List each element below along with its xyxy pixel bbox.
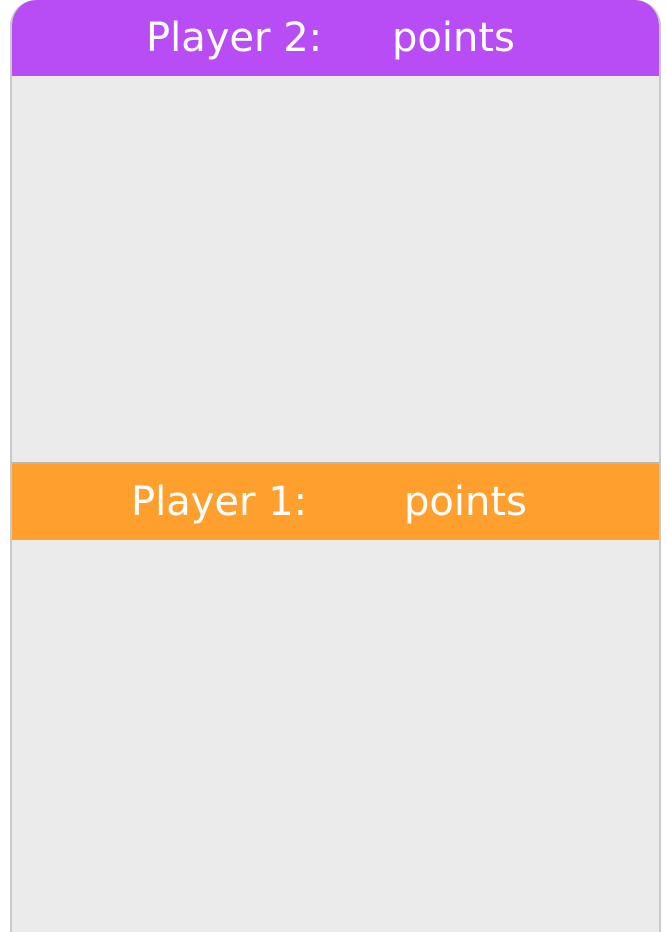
player2-points-label: points [392, 15, 515, 61]
game-board: Player 2: points Player 1: points [10, 0, 661, 932]
player2-banner: Player 2: points [12, 0, 659, 76]
player1-banner: Player 1: points [12, 462, 659, 540]
player1-label: Player 1: [131, 479, 308, 525]
player1-play-area[interactable] [12, 540, 659, 932]
player2-label: Player 2: [146, 15, 323, 61]
player2-play-area[interactable] [12, 76, 659, 462]
player1-points-label: points [404, 479, 527, 525]
